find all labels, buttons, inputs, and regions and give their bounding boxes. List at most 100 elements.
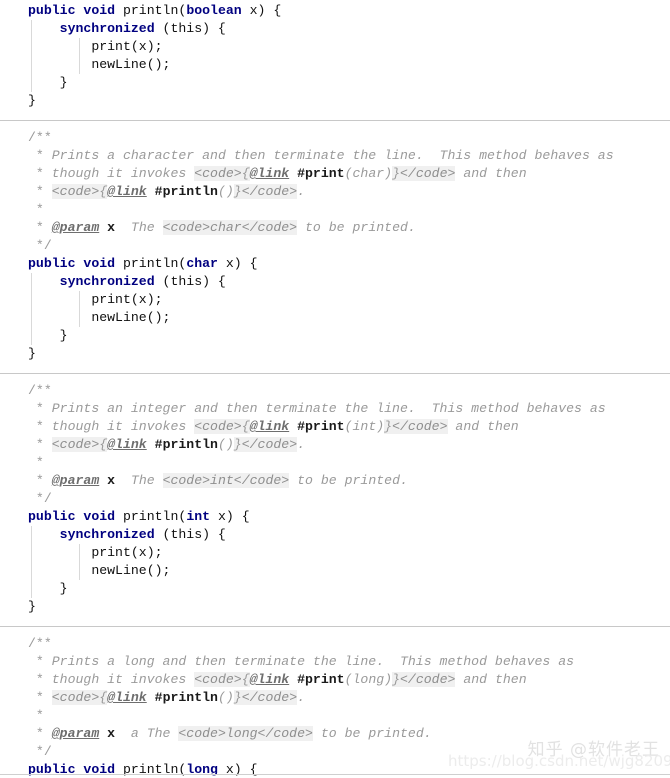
token-tag: </code> <box>392 419 448 434</box>
token-id: print <box>91 545 131 560</box>
javadoc-line: */ <box>28 490 670 508</box>
token-punct: (x); <box>130 292 163 307</box>
token-cmt: The <box>115 473 163 488</box>
token-link: @link <box>249 419 290 434</box>
code-line: print(x); <box>28 38 670 56</box>
code-block-println-long: /** * Prints a long and then terminate t… <box>0 627 670 778</box>
javadoc-line: /** <box>28 129 670 147</box>
token-cmt: though it invokes <box>51 166 195 181</box>
code-block-println-boolean: public void println(boolean x) { synchro… <box>0 0 670 120</box>
javadoc-line: * <box>28 201 670 219</box>
token-param-name: x <box>107 726 116 741</box>
token-id: this <box>170 21 203 36</box>
token-tag: <code> <box>51 690 100 705</box>
token-tag: char <box>210 220 242 235</box>
token-tag: </code> <box>241 184 298 199</box>
code-line: synchronized (this) { <box>28 20 670 38</box>
token-punct: x) { <box>241 3 282 18</box>
code-line: } <box>28 74 670 92</box>
code-line: } <box>28 327 670 345</box>
javadoc-line: * @param x The <code>int</code> to be pr… <box>28 472 670 490</box>
token-cmt: (int) <box>344 419 385 434</box>
token-cmt-plain: * <box>28 473 52 488</box>
token-cmt-plain: * <box>28 148 52 163</box>
token-punct <box>115 509 123 524</box>
code-line: } <box>28 580 670 598</box>
token-tag: <code> <box>194 419 242 434</box>
code-line: } <box>28 345 670 363</box>
token-cmt-plain: * <box>28 401 52 416</box>
token-cmt: (char) <box>344 166 393 181</box>
token-cmt <box>289 166 297 181</box>
token-kw: boolean <box>186 3 242 18</box>
token-link: @param <box>51 220 100 235</box>
token-tag: int <box>210 473 234 488</box>
method-body: public void println(char x) { synchroniz… <box>28 255 670 373</box>
javadoc-comment: /** * Prints an integer and then termina… <box>28 374 670 508</box>
code-line: public void println(char x) { <box>28 255 670 273</box>
code-viewer[interactable]: public void println(boolean x) { synchro… <box>0 0 670 778</box>
javadoc-line: * <code>{@link #println()}</code>. <box>28 689 670 707</box>
token-cmt-plain: */ <box>28 238 52 253</box>
token-brace: } <box>384 419 393 434</box>
token-cmt: The <box>115 220 163 235</box>
token-cmt-plain: * <box>28 220 52 235</box>
token-kw: synchronized <box>59 274 155 289</box>
token-ref: #println <box>154 690 218 705</box>
token-tag: </code> <box>241 690 298 705</box>
code-line: synchronized (this) { <box>28 273 670 291</box>
token-tag: </code> <box>257 726 313 741</box>
token-cmt: and then <box>455 672 527 687</box>
token-brace: { <box>99 437 108 452</box>
code-line: newLine(); <box>28 562 670 580</box>
token-punct: } <box>28 93 36 108</box>
token-cmt: Prints a long and then terminate the lin… <box>51 654 575 669</box>
token-ref: #print <box>297 419 345 434</box>
token-id: newLine <box>91 563 147 578</box>
token-ref: #println <box>154 184 218 199</box>
token-id: println <box>122 509 179 524</box>
token-punct: ) { <box>202 21 226 36</box>
token-id: newLine <box>91 57 147 72</box>
token-link: @link <box>107 184 147 199</box>
javadoc-line: * though it invokes <code>{@link #print(… <box>28 418 670 436</box>
code-line: newLine(); <box>28 309 670 327</box>
token-cmt-plain: * <box>28 184 52 199</box>
token-punct: } <box>28 346 36 361</box>
token-tag: </code> <box>241 437 298 452</box>
token-id: newLine <box>91 310 147 325</box>
token-cmt-plain: */ <box>28 744 52 759</box>
token-brace: } <box>233 437 242 452</box>
token-cmt-plain: * <box>28 455 44 470</box>
token-tag: long <box>225 726 258 741</box>
token-cmt <box>99 220 107 235</box>
token-cmt: Prints a character and then terminate th… <box>51 148 614 163</box>
javadoc-line: * @param x a The <code>long</code> to be… <box>28 725 670 743</box>
token-punct: } <box>59 581 68 596</box>
code-line: print(x); <box>28 544 670 562</box>
token-tag: </code> <box>233 473 290 488</box>
token-kw: public <box>28 256 76 271</box>
token-link: @param <box>51 726 100 741</box>
token-punct <box>115 256 123 271</box>
token-link: @link <box>249 166 290 181</box>
token-cmt-plain: * <box>28 419 52 434</box>
token-ref: #print <box>297 166 345 181</box>
javadoc-comment: /** * Prints a character and then termin… <box>28 121 670 255</box>
token-cmt-plain: /** <box>28 636 52 651</box>
token-punct: ( <box>154 274 171 289</box>
method-body: public void println(int x) { synchronize… <box>28 508 670 626</box>
code-line: newLine(); <box>28 56 670 74</box>
code-line: } <box>28 92 670 110</box>
token-punct: } <box>28 599 36 614</box>
code-line: public void println(boolean x) { <box>28 2 670 20</box>
token-param-name: x <box>107 473 116 488</box>
token-tag: <code> <box>162 473 211 488</box>
token-punct: (x); <box>130 545 163 560</box>
token-tag: <code> <box>162 220 211 235</box>
token-cmt <box>289 419 297 434</box>
token-cmt-plain: * <box>28 654 52 669</box>
javadoc-line: * Prints a long and then terminate the l… <box>28 653 670 671</box>
token-cmt <box>99 726 107 741</box>
token-kw: char <box>186 256 218 271</box>
